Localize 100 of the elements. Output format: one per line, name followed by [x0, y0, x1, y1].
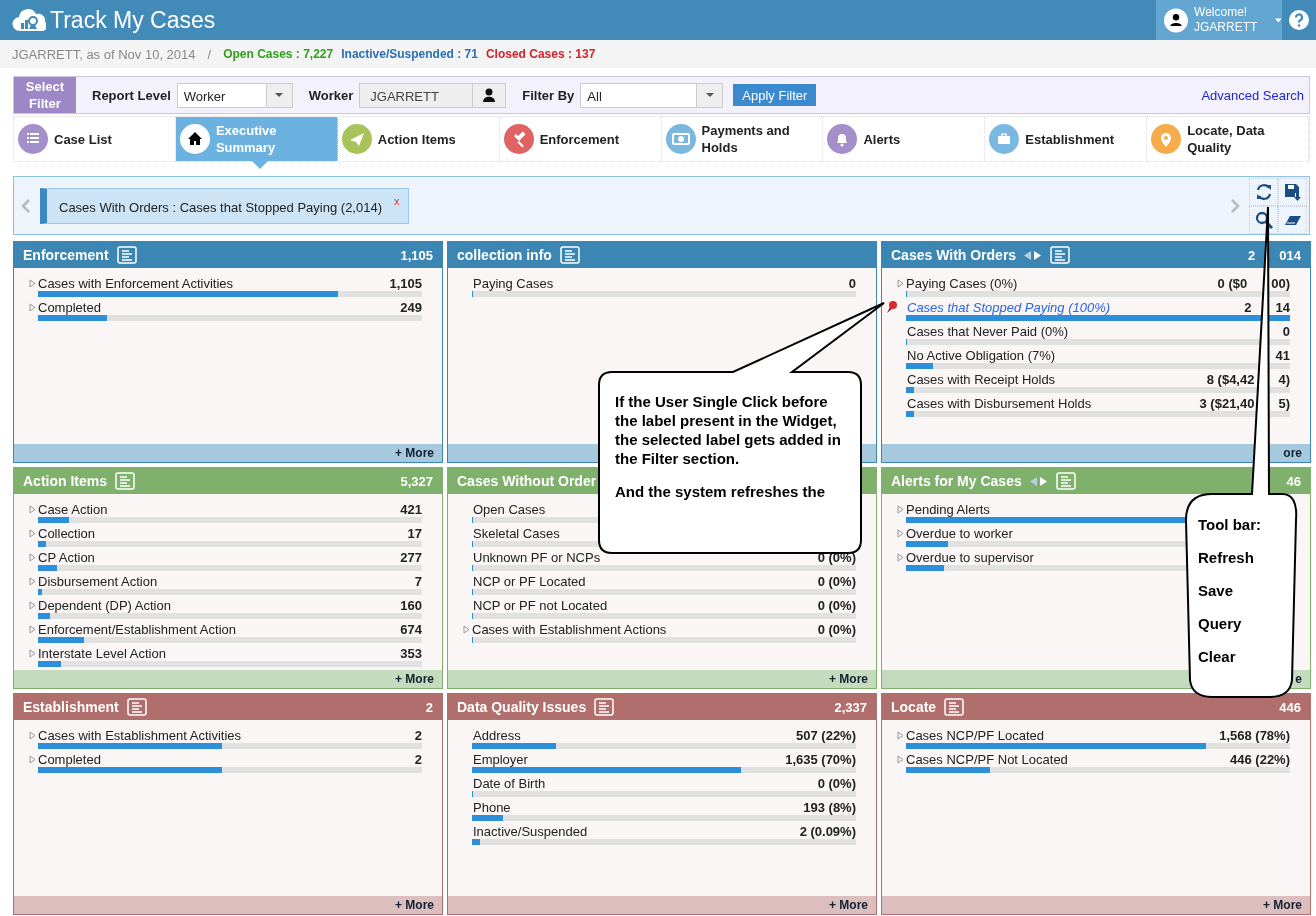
chevron-left-icon[interactable]: [20, 198, 32, 213]
expand-triangle-icon[interactable]: [462, 624, 471, 634]
expand-triangle-icon[interactable]: [896, 504, 905, 514]
row-label[interactable]: CP Action: [38, 549, 95, 565]
expand-triangle-icon[interactable]: [28, 504, 37, 514]
nav-arrows-icon[interactable]: [1029, 476, 1048, 486]
row-value: 3 ($21,40: [1199, 395, 1255, 411]
expand-triangle-icon[interactable]: [896, 278, 905, 288]
row-label[interactable]: Pending Alerts: [906, 501, 990, 517]
row-label[interactable]: Overdue to supervisor: [906, 549, 1034, 565]
save-icon[interactable]: [1283, 182, 1302, 201]
search-icon[interactable]: [1254, 210, 1273, 229]
row-label[interactable]: NCP or PF Located: [463, 573, 586, 589]
row-label[interactable]: No Active Obligation (7%): [897, 347, 1056, 363]
row-label[interactable]: Cases with Disbursement Holds: [897, 395, 1092, 411]
list-view-icon[interactable]: [944, 698, 965, 716]
row-label[interactable]: Cases with Receipt Holds: [897, 371, 1056, 387]
row-label[interactable]: Cases with Establishment Activities: [38, 727, 242, 743]
row-label[interactable]: Phone: [463, 799, 511, 815]
tab[interactable]: Action Items: [337, 117, 500, 161]
expand-triangle-icon[interactable]: [28, 624, 37, 634]
row-label[interactable]: Cases with Enforcement Activities: [38, 275, 234, 291]
person-icon[interactable]: [483, 88, 496, 102]
row-label[interactable]: Cases with Establishment Actions: [472, 621, 667, 637]
more-link[interactable]: + More: [829, 672, 868, 686]
row-label[interactable]: Inactive/Suspended: [463, 823, 588, 839]
nav-arrows-icon[interactable]: [1024, 250, 1043, 260]
more-link[interactable]: + More: [395, 446, 434, 460]
row-value: 507 (22%): [796, 727, 856, 743]
more-link[interactable]: + More: [395, 672, 434, 686]
widget-count: 446: [1279, 699, 1301, 715]
row-label[interactable]: Collection: [38, 525, 96, 541]
filter-chip[interactable]: Cases With Orders : Cases that Stopped Paying (2,014) x: [40, 187, 409, 224]
row-label[interactable]: Cases NCP/PF Located: [906, 727, 1044, 743]
row-label[interactable]: Paying Cases: [463, 275, 554, 291]
row-label[interactable]: Overdue to worker: [906, 525, 1013, 541]
expand-triangle-icon[interactable]: [28, 576, 37, 586]
row-label[interactable]: Unknown PF or NCPs: [463, 549, 601, 565]
widget-count: 014: [1279, 247, 1301, 263]
more-link[interactable]: + More: [1263, 898, 1302, 912]
row-label[interactable]: Case Action: [38, 501, 108, 517]
row-label[interactable]: Employer: [463, 751, 528, 767]
list-view-icon[interactable]: [126, 698, 147, 716]
apply-filter-button[interactable]: Apply Filter: [733, 84, 817, 106]
tab[interactable]: Locate, Data Quality: [1147, 117, 1309, 161]
advanced-search-link[interactable]: Advanced Search: [1201, 87, 1304, 103]
more-link[interactable]: + More: [829, 898, 868, 912]
list-view-icon[interactable]: [115, 472, 135, 490]
list-view-icon[interactable]: [116, 246, 137, 264]
row-label[interactable]: Cases that Never Paid (0%): [897, 323, 1069, 339]
case-stat: Inactive/Suspended : 71: [341, 47, 478, 61]
filter-by-dropdown[interactable]: All: [580, 82, 724, 108]
row-value: 421: [400, 501, 422, 517]
expand-triangle-icon[interactable]: [28, 302, 37, 312]
row-label[interactable]: Paying Cases (0%): [906, 275, 1018, 291]
tab[interactable]: Alerts: [823, 117, 986, 161]
row-label[interactable]: Open Cases: [463, 501, 546, 517]
row-label[interactable]: Dependent (DP) Action: [38, 597, 171, 613]
expand-triangle-icon[interactable]: [28, 754, 37, 764]
expand-triangle-icon[interactable]: [28, 600, 37, 610]
tab[interactable]: Case List: [14, 117, 176, 161]
list-view-icon[interactable]: [1050, 246, 1071, 264]
refresh-icon[interactable]: [1254, 182, 1273, 201]
tab[interactable]: Payments and Holds: [661, 117, 824, 161]
row-label[interactable]: Disbursement Action: [38, 573, 158, 589]
row-value: 2: [414, 727, 422, 743]
tab[interactable]: Enforcement: [499, 117, 662, 161]
row-label[interactable]: Date of Birth: [463, 775, 546, 791]
expand-triangle-icon[interactable]: [28, 528, 37, 538]
expand-triangle-icon[interactable]: [896, 528, 905, 538]
row-label[interactable]: Cases that Stopped Paying (100%): [897, 299, 1111, 315]
row-label[interactable]: Completed: [38, 751, 101, 767]
row-label[interactable]: Skeletal Cases: [463, 525, 560, 541]
widget-title: Enforcement: [23, 247, 109, 263]
expand-triangle-icon[interactable]: [28, 552, 37, 562]
expand-triangle-icon[interactable]: [896, 552, 905, 562]
more-link[interactable]: ore: [1283, 446, 1302, 460]
row-label[interactable]: Address: [463, 727, 521, 743]
expand-triangle-icon[interactable]: [28, 730, 37, 740]
row-label[interactable]: Enforcement/Establishment Action: [38, 621, 236, 637]
row-label[interactable]: NCP or PF not Located: [463, 597, 608, 613]
list-view-icon[interactable]: [594, 698, 615, 716]
row-label[interactable]: Cases NCP/PF Not Located: [906, 751, 1068, 767]
expand-triangle-icon[interactable]: [28, 278, 37, 288]
more-link[interactable]: e: [1295, 672, 1302, 686]
report-level-dropdown[interactable]: Worker: [176, 82, 293, 108]
list-view-icon[interactable]: [559, 246, 580, 264]
expand-triangle-icon[interactable]: [896, 730, 905, 740]
widget-title: Data Quality Issues: [457, 699, 587, 715]
row-label[interactable]: Interstate Level Action: [38, 645, 166, 661]
expand-triangle-icon[interactable]: [896, 754, 905, 764]
expand-triangle-icon[interactable]: [28, 648, 37, 658]
list-view-icon[interactable]: [1055, 472, 1076, 490]
chevron-right-icon[interactable]: [1229, 198, 1241, 213]
row-value: 2 (0.09%): [799, 823, 856, 839]
more-link[interactable]: + More: [395, 898, 434, 912]
tab[interactable]: Establishment: [985, 117, 1148, 161]
worker-field[interactable]: JGARRETT: [359, 82, 507, 108]
help-icon[interactable]: [1289, 10, 1309, 30]
row-label[interactable]: Completed: [38, 299, 101, 315]
